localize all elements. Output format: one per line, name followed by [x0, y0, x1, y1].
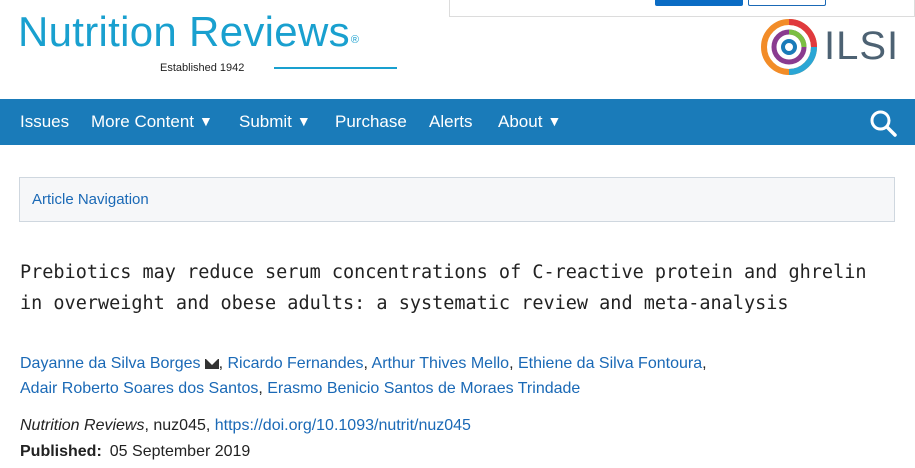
article-navigation-label: Article Navigation	[32, 191, 149, 208]
search-button[interactable]	[869, 109, 897, 137]
nav-more-content[interactable]: More Content ▼	[91, 99, 213, 145]
article-title: Prebiotics may reduce serum concentratio…	[20, 262, 867, 314]
ilsi-wordmark: ILSI	[824, 24, 900, 68]
nav-about[interactable]: About ▼	[498, 99, 561, 145]
author-list: Dayanne da Silva Borges, Ricardo Fernand…	[20, 355, 707, 397]
nav-issues-label: Issues	[20, 112, 70, 131]
chevron-down-icon: ▼	[547, 113, 562, 129]
author-link[interactable]: Dayanne da Silva Borges	[20, 355, 201, 372]
register-button[interactable]	[748, 0, 826, 6]
nav-about-label: About	[498, 112, 543, 131]
published-date: 05 September 2019	[109, 443, 251, 460]
mail-icon[interactable]	[204, 359, 219, 369]
nav-purchase[interactable]: Purchase	[335, 99, 407, 145]
author-link[interactable]: Ethiene da Silva Fontoura	[518, 355, 702, 372]
journal-name: Nutrition Reviews	[18, 8, 350, 55]
nav-submit-label: Submit	[239, 112, 292, 131]
author-link[interactable]: Ricardo Fernandes	[227, 355, 363, 372]
citation-id: nuz045	[153, 417, 206, 434]
author-link[interactable]: Erasmo Benicio Santos de Moraes Trindade	[267, 380, 580, 397]
ilsi-logo[interactable]: ILSI	[760, 18, 900, 78]
citation-journal: Nutrition Reviews	[20, 417, 145, 434]
logo-underline	[274, 67, 397, 69]
nav-purchase-label: Purchase	[335, 112, 407, 131]
doi-link[interactable]: https://doi.org/10.1093/nutrit/nuz045	[215, 417, 471, 434]
nav-alerts-label: Alerts	[429, 112, 473, 131]
nav-issues[interactable]: Issues	[20, 99, 69, 145]
journal-logo[interactable]: Nutrition Reviews® Established 1942	[18, 8, 397, 74]
chevron-down-icon: ▼	[199, 113, 213, 129]
search-icon	[870, 110, 897, 137]
main-nav-bar: Issues More Content ▼ Submit ▼ Purchase Al…	[0, 99, 915, 145]
citation-line: Nutrition Reviews, nuz045, https://doi.o…	[20, 417, 471, 434]
published-label: Published:	[20, 443, 102, 460]
chevron-down-icon: ▼	[296, 113, 311, 129]
ilsi-emblem-icon	[761, 19, 817, 75]
article-navigation-toggle[interactable]: Article Navigation	[19, 177, 895, 222]
established-text: Established 1942	[160, 62, 245, 74]
nav-submit[interactable]: Submit ▼	[239, 99, 311, 145]
author-link[interactable]: Arthur Thives Mello	[372, 355, 510, 372]
nav-alerts[interactable]: Alerts	[429, 99, 472, 145]
published-line: Published: 05 September 2019	[20, 439, 250, 464]
nav-more-content-label: More Content	[91, 112, 194, 131]
registered-mark: ®	[350, 34, 360, 46]
author-link[interactable]: Adair Roberto Soares dos Santos	[20, 380, 258, 397]
sign-in-button[interactable]	[655, 0, 743, 6]
